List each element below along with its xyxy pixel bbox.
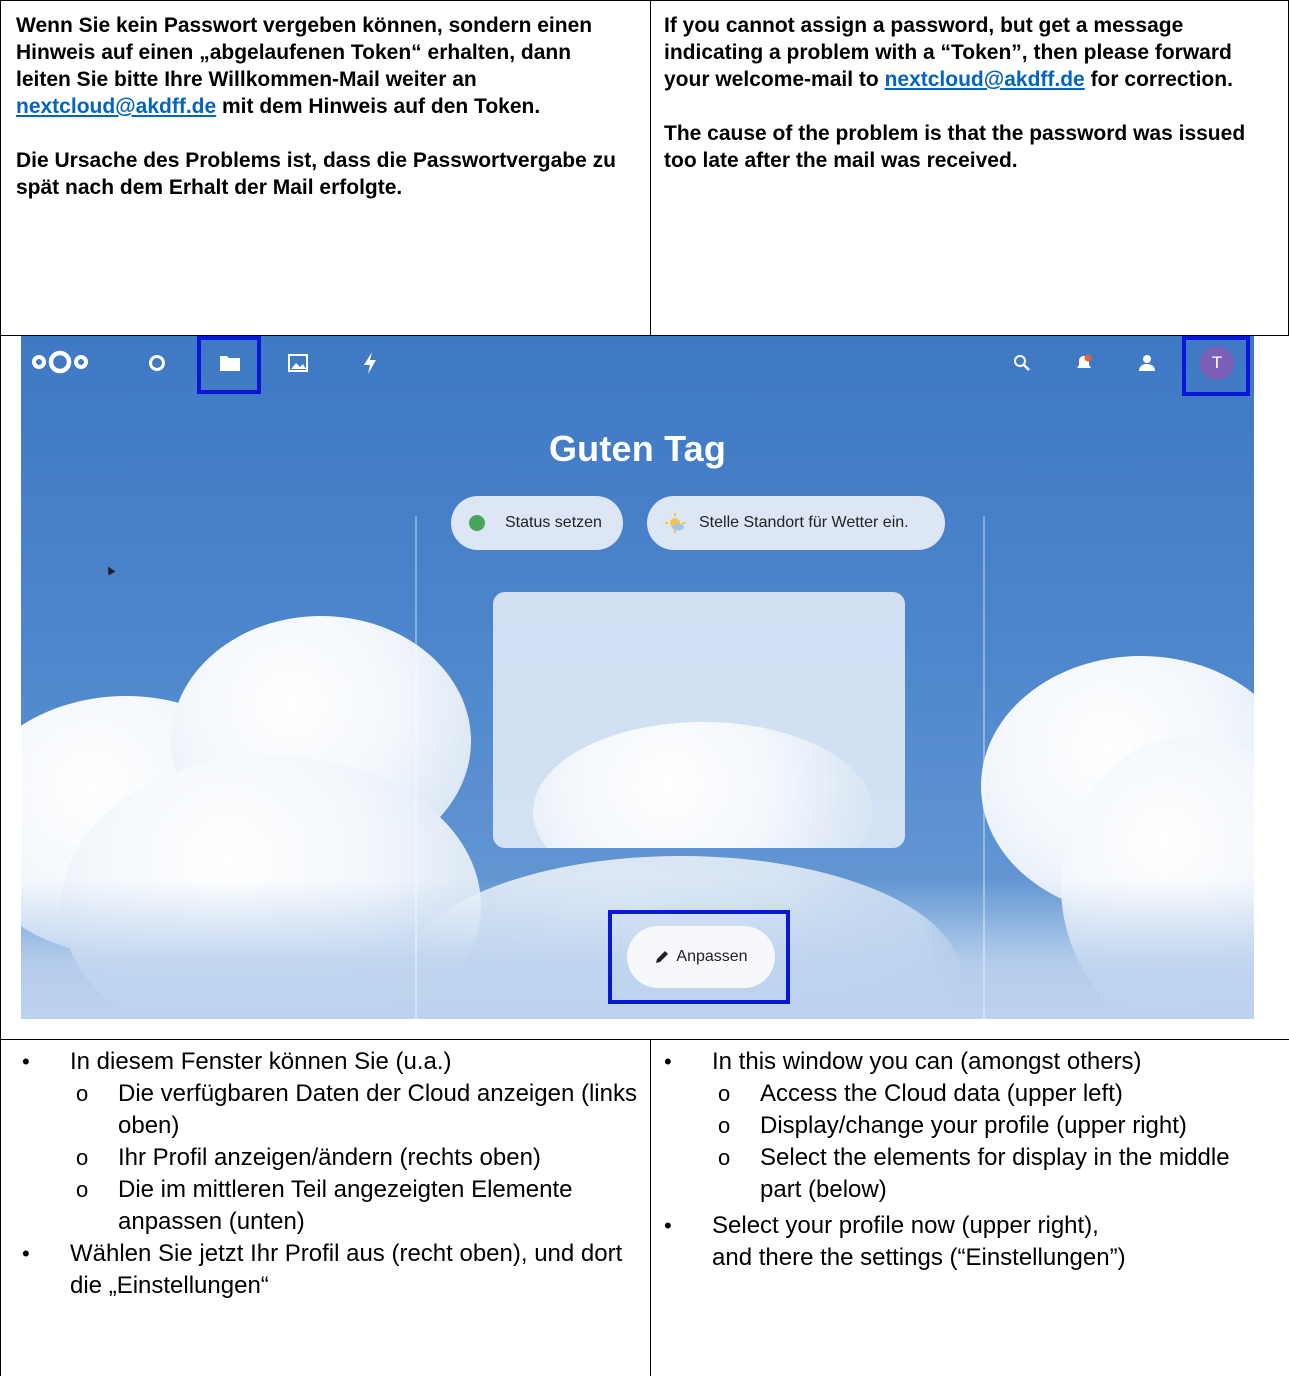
- column-divider-top: [650, 0, 651, 335]
- list-item: Wählen Sie jetzt Ihr Profil aus (recht o…: [22, 1238, 642, 1302]
- cell-top-right: If you cannot assign a password, but get…: [664, 12, 1270, 174]
- weather-sun-icon: [665, 513, 685, 533]
- paragraph-token-en: If you cannot assign a password, but get…: [664, 12, 1270, 93]
- customize-button-label: Anpassen: [676, 948, 748, 965]
- cell-top-left: Wenn Sie kein Passwort vergeben können, …: [16, 12, 626, 201]
- search-icon[interactable]: [1009, 350, 1035, 376]
- paragraph-cause-en: The cause of the problem is that the pas…: [664, 122, 1246, 172]
- status-dot-icon: [469, 515, 485, 531]
- status-button[interactable]: Status setzen: [451, 496, 623, 550]
- list-item: Select your profile now (upper right), an…: [664, 1210, 1274, 1274]
- files-highlight-box: [197, 336, 261, 394]
- activity-icon[interactable]: [357, 350, 383, 376]
- list-item: In diesem Fenster können Sie (u.a.): [22, 1046, 642, 1078]
- list-item: Die im mittleren Teil angezeigten Elemen…: [76, 1174, 642, 1238]
- text: for correction.: [1084, 68, 1233, 91]
- text: Select your profile now (upper right),: [712, 1212, 1099, 1239]
- photos-icon[interactable]: [285, 350, 311, 376]
- pencil-icon: [656, 951, 669, 963]
- avatar-initial: T: [1211, 353, 1223, 372]
- list-item: Display/change your profile (upper right…: [718, 1110, 1274, 1142]
- table-border-top: [0, 0, 1289, 1]
- paragraph-token-de: Wenn Sie kein Passwort vergeben können, …: [16, 12, 626, 120]
- greeting-title: Guten Tag: [548, 428, 727, 469]
- column-divider-bottom: [650, 1039, 651, 1376]
- status-button-label: Status setzen: [505, 514, 602, 531]
- weather-button-label: Stelle Standort für Wetter ein.: [699, 514, 909, 531]
- panel-divider: [983, 516, 985, 1019]
- panel-divider: [415, 516, 417, 1019]
- list-item: In this window you can (amongst others): [664, 1046, 1274, 1078]
- text: mit dem Hinweis auf den Token.: [216, 95, 541, 118]
- row-divider-bottom: [0, 1039, 1289, 1040]
- top-navigation-bar: T: [21, 336, 1254, 396]
- notifications-icon[interactable]: [1071, 350, 1097, 376]
- paragraph-cause-de: Die Ursache des Problems ist, dass die P…: [16, 149, 616, 199]
- contacts-icon[interactable]: [1133, 350, 1159, 376]
- list-item: Die verfügbaren Daten der Cloud anzeigen…: [76, 1078, 642, 1142]
- table-border-left: [0, 0, 1, 1376]
- email-link[interactable]: nextcloud@akdff.de: [885, 68, 1085, 91]
- avatar[interactable]: T: [1200, 346, 1234, 380]
- nextcloud-logo-icon[interactable]: [31, 350, 89, 374]
- list-item: Ihr Profil anzeigen/ändern (rechts oben): [76, 1142, 642, 1174]
- text: Wenn Sie kein Passwort vergeben können, …: [16, 14, 593, 91]
- list-item: Select the elements for display in the m…: [718, 1142, 1274, 1206]
- email-link[interactable]: nextcloud@akdff.de: [16, 95, 216, 118]
- dashboard-icon[interactable]: [144, 350, 170, 376]
- list-item: Access the Cloud data (upper left): [718, 1078, 1274, 1110]
- cell-bottom-left: In diesem Fenster können Sie (u.a.) Die …: [22, 1046, 642, 1302]
- weather-button[interactable]: Stelle Standort für Wetter ein.: [647, 496, 945, 550]
- widget-placeholder-panel: [493, 592, 905, 848]
- cell-bottom-right: In this window you can (amongst others) …: [664, 1046, 1274, 1274]
- panel-cloud: [533, 722, 873, 848]
- text: and there the settings (“Einstellungen”): [712, 1244, 1126, 1271]
- customize-button[interactable]: Anpassen: [627, 926, 775, 988]
- nextcloud-dashboard-screenshot: T Guten Tag Status setzen Stelle Standor…: [21, 336, 1254, 1019]
